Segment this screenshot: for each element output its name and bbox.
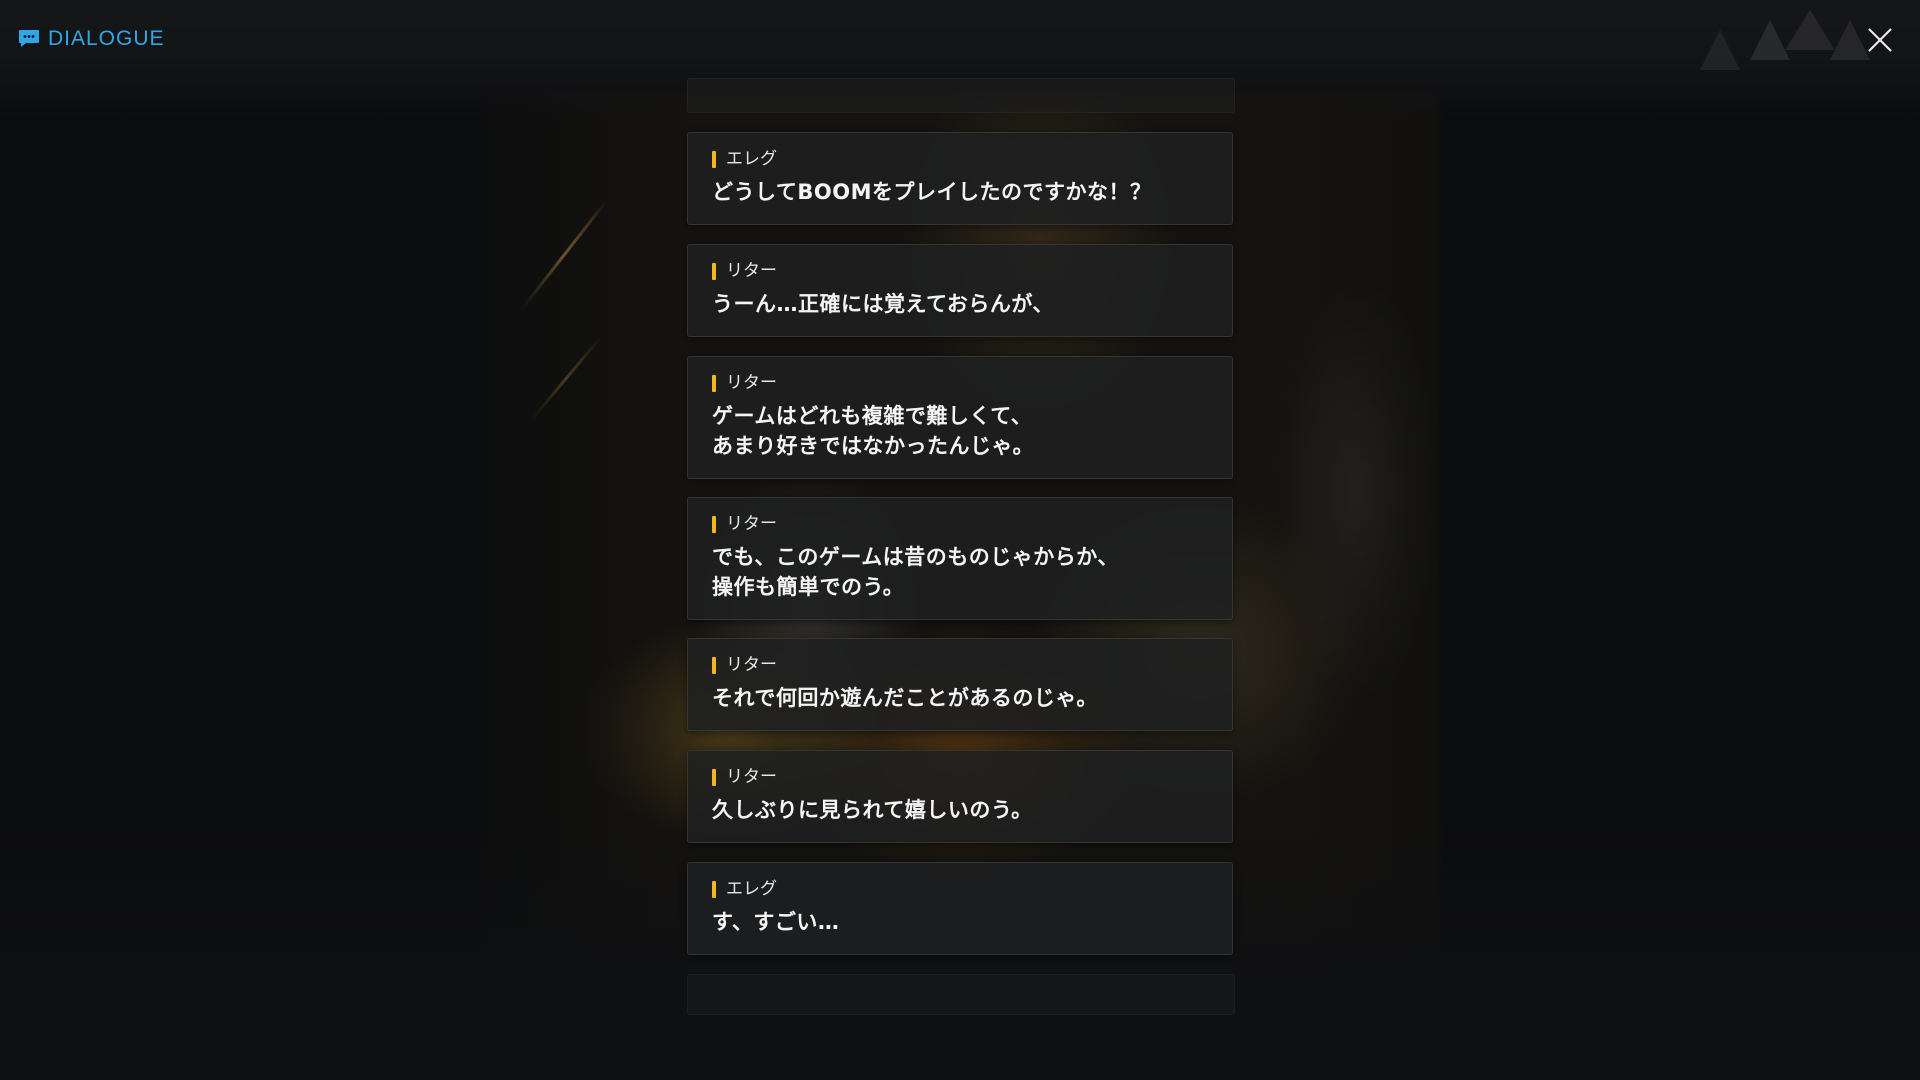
speaker-name: リター	[712, 653, 1208, 677]
dialogue-line: それで何回か遊んだことがあるのじゃ。	[712, 686, 1098, 710]
dialogue-entry[interactable]: リター ゲームはどれも複雑で難しくて、 あまり好きではなかったんじゃ。	[687, 356, 1233, 479]
dialogue-log-screen: DIALOGUE エレグ どうしてBOOMをプレイしたのですかな！？ リター う…	[0, 0, 1920, 1080]
speaker-marker	[712, 150, 716, 168]
dialogue-line: うーん…正確には覚えておらんが、	[712, 292, 1054, 316]
speaker-label: エレグ	[726, 879, 777, 899]
speaker-name: エレグ	[712, 147, 1208, 171]
dialogue-line-2: 操作も簡単でのう。	[712, 575, 905, 599]
chat-bubble-icon	[19, 30, 39, 47]
speaker-name: リター	[712, 259, 1208, 283]
speaker-marker	[712, 262, 716, 280]
speaker-name: リター	[712, 512, 1208, 536]
speaker-marker	[712, 656, 716, 674]
speaker-label: リター	[726, 767, 777, 787]
dialogue-line-1: ゲームはどれも複雑で難しくて、	[712, 404, 1033, 428]
dialogue-entry[interactable]: リター でも、このゲームは昔のものじゃからか、 操作も簡単でのう。	[687, 497, 1233, 620]
speaker-name: エレグ	[712, 877, 1208, 901]
dialogue-line: 久しぶりに見られて嬉しいのう。	[712, 798, 1033, 822]
speaker-marker	[712, 880, 716, 898]
speaker-marker	[712, 374, 716, 392]
speaker-label: リター	[726, 514, 777, 534]
dialogue-entry-partial	[687, 974, 1235, 1015]
dialogue-log-list[interactable]: エレグ どうしてBOOMをプレイしたのですかな！？ リター うーん…正確には覚え…	[687, 78, 1235, 1015]
speaker-name: リター	[712, 765, 1208, 789]
speaker-name: リター	[712, 371, 1208, 395]
corner-pattern-decoration	[1700, 10, 1870, 70]
dialogue-line-2: あまり好きではなかったんじゃ。	[712, 434, 1035, 458]
dialogue-line: ゲームはどれも複雑で難しくて、 あまり好きではなかったんじゃ。	[712, 401, 1208, 461]
page-title: DIALOGUE	[48, 27, 165, 50]
speaker-label: リター	[726, 655, 777, 675]
dialogue-entry-partial	[687, 78, 1235, 113]
dialogue-entry[interactable]: エレグ す、すごい…	[687, 862, 1233, 955]
dialogue-entry[interactable]: リター 久しぶりに見られて嬉しいのう。	[687, 750, 1233, 843]
close-icon[interactable]	[1864, 24, 1896, 56]
dialogue-line: でも、このゲームは昔のものじゃからか、 操作も簡単でのう。	[712, 542, 1208, 602]
speaker-label: エレグ	[726, 149, 777, 169]
dialogue-line: す、すごい…	[712, 910, 840, 934]
speaker-label: リター	[726, 261, 777, 281]
dialogue-entry[interactable]: エレグ どうしてBOOMをプレイしたのですかな！？	[687, 132, 1233, 225]
dialogue-line-1: でも、このゲームは昔のものじゃからか、	[712, 545, 1119, 569]
dialogue-entry[interactable]: リター それで何回か遊んだことがあるのじゃ。	[687, 638, 1233, 731]
dialogue-entry[interactable]: リター うーん…正確には覚えておらんが、	[687, 244, 1233, 337]
dialogue-line: どうしてBOOMをプレイしたのですかな！？	[712, 180, 1152, 204]
speaker-label: リター	[726, 373, 777, 393]
speaker-marker	[712, 515, 716, 533]
speaker-marker	[712, 768, 716, 786]
dialogue-header: DIALOGUE	[18, 27, 165, 51]
